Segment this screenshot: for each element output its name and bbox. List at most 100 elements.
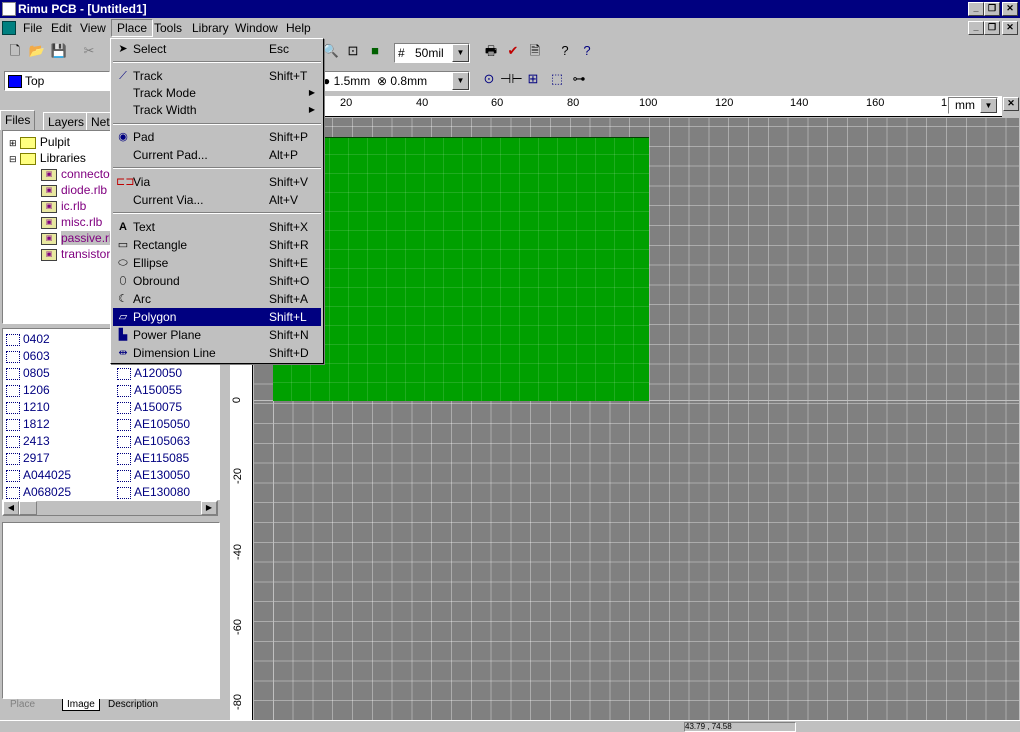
doc-icon xyxy=(2,21,16,35)
menu-item-text[interactable]: A Text Shift+X xyxy=(113,218,321,236)
menu-item-obround[interactable]: ⬯ Obround Shift+O xyxy=(113,272,321,290)
doc-restore-button[interactable]: ❐ xyxy=(984,21,1000,35)
zoom-fit-icon[interactable]: ⊡ xyxy=(342,40,364,62)
tab-description[interactable]: Description xyxy=(108,699,158,710)
scroll-left-icon[interactable]: ◀ xyxy=(3,501,19,515)
select-area-icon[interactable]: ⬚ xyxy=(546,68,568,90)
menu-view[interactable]: View xyxy=(75,20,111,36)
tree-item-transistor[interactable]: ▣ transistor. xyxy=(41,246,113,262)
context-help-icon[interactable]: ? xyxy=(576,40,598,62)
menu-item-current-via[interactable]: Current Via... Alt+V xyxy=(113,191,321,209)
list-item[interactable]: 0603 xyxy=(6,348,50,365)
part-icon xyxy=(6,367,20,380)
menu-item-rectangle[interactable]: ▭ Rectangle Shift+R xyxy=(113,236,321,254)
list-item[interactable]: A044025 xyxy=(6,467,71,484)
chevron-down-icon[interactable]: ▼ xyxy=(452,44,469,62)
tree-item-ic[interactable]: ▣ ic.rlb xyxy=(41,198,86,214)
menu-item-track[interactable]: ⟋ Track Shift+T xyxy=(113,67,321,85)
grid-icon: # xyxy=(398,46,405,60)
menu-tools[interactable]: Tools xyxy=(149,20,187,36)
list-item[interactable]: 2917 xyxy=(6,450,50,467)
list-item[interactable]: AE115085 xyxy=(117,450,189,467)
chevron-down-icon[interactable]: ▼ xyxy=(452,72,469,90)
menu-edit[interactable]: Edit xyxy=(46,20,77,36)
save-icon[interactable]: 💾 xyxy=(48,40,70,62)
component-icon[interactable]: ⊣⊢ xyxy=(500,68,523,90)
via-size-select[interactable]: ● 1.5mm ⊗ 0.8mm ▼ xyxy=(318,71,470,91)
doc-close-button[interactable]: ✕ xyxy=(1002,21,1018,35)
menu-item-via[interactable]: ⊏⊐ Via Shift+V xyxy=(113,173,321,191)
list-item[interactable]: 2413 xyxy=(6,433,50,450)
pcb-board[interactable] xyxy=(273,137,649,401)
list-item[interactable]: AE105050 xyxy=(117,416,190,433)
menu-file[interactable]: File xyxy=(18,20,47,36)
tab-image[interactable]: Image xyxy=(62,699,100,711)
cut-icon[interactable]: ✂ xyxy=(78,40,100,62)
help-icon[interactable]: ? xyxy=(554,40,576,62)
menu-item-track-width[interactable]: Track Width ▶ xyxy=(113,101,321,119)
menu-item-track-mode[interactable]: Track Mode ▶ xyxy=(113,84,321,102)
list-item[interactable]: AE130050 xyxy=(117,467,190,484)
board-view-icon[interactable]: ■ xyxy=(364,40,386,62)
menu-item-current-pad[interactable]: Current Pad... Alt+P xyxy=(113,146,321,164)
ruler-label: 40 xyxy=(416,97,429,109)
menu-item-dimension-line[interactable]: ⇹ Dimension Line Shift+D xyxy=(113,344,321,362)
ic-icon[interactable]: ⊞ xyxy=(522,68,544,90)
open-folder-icon[interactable]: 📂 xyxy=(26,40,48,62)
tree-item-connecto[interactable]: ▣ connecto xyxy=(41,166,110,182)
layer-select[interactable]: Top xyxy=(4,71,110,91)
print-icon[interactable]: 🖶 xyxy=(480,40,502,62)
library-icon: ▣ xyxy=(41,232,57,245)
tab-files[interactable]: Files xyxy=(0,110,36,130)
list-item[interactable]: A068025 xyxy=(6,484,71,501)
tree-item-passive[interactable]: ▣ passive.rl xyxy=(41,230,112,246)
list-item[interactable]: A120050 xyxy=(117,365,182,382)
tree-item-misc[interactable]: ▣ misc.rlb xyxy=(41,214,102,230)
list-item[interactable]: A150055 xyxy=(117,382,182,399)
scroll-thumb[interactable] xyxy=(19,501,37,515)
menu-item-power-plane[interactable]: ▙ Power Plane Shift+N xyxy=(113,326,321,344)
menu-library[interactable]: Library xyxy=(187,20,234,36)
menu-item-arc[interactable]: ☾ Arc Shift+A xyxy=(113,290,321,308)
maximize-button[interactable]: ❐ xyxy=(984,2,1000,16)
close-icon[interactable]: ✕ xyxy=(1003,97,1019,111)
net-icon[interactable]: ⊶ xyxy=(568,68,590,90)
list-item[interactable]: AE130080 xyxy=(117,484,190,501)
scroll-right-icon[interactable]: ▶ xyxy=(201,501,217,515)
list-item[interactable]: 1210 xyxy=(6,399,50,416)
menu-item-select[interactable]: ➤ Select Esc xyxy=(113,40,321,58)
doc-minimize-button[interactable]: _ xyxy=(968,21,984,35)
chevron-down-icon[interactable]: ▼ xyxy=(980,98,997,113)
list-item[interactable]: 1206 xyxy=(6,382,50,399)
new-file-icon[interactable]: 🗋 xyxy=(4,40,26,62)
tab-layers[interactable]: Layers xyxy=(43,112,90,132)
ruler-label: 140 xyxy=(790,97,809,109)
library-icon: ▣ xyxy=(41,184,57,197)
close-button[interactable]: ✕ xyxy=(1002,2,1018,16)
print-setup-icon[interactable]: ✔ xyxy=(502,40,524,62)
list-item[interactable]: 0402 xyxy=(6,331,50,348)
menu-help[interactable]: Help xyxy=(281,20,316,36)
list-item[interactable]: 1812 xyxy=(6,416,50,433)
print-preview-icon[interactable]: 🗎 xyxy=(524,40,546,62)
tree-item-libraries[interactable]: ⊟ Libraries xyxy=(9,150,86,166)
tab-place[interactable]: Place xyxy=(10,699,35,710)
menu-item-ellipse[interactable]: ⬭ Ellipse Shift+E xyxy=(113,254,321,272)
minimize-button[interactable]: _ xyxy=(968,2,984,16)
units-select[interactable]: mm ▼ xyxy=(948,97,998,114)
pad-tool-icon[interactable]: ⊙ xyxy=(478,68,500,90)
horizontal-scrollbar[interactable]: ◀ ▶ xyxy=(2,500,218,516)
grid-select[interactable]: # 50mil ▼ xyxy=(394,43,470,63)
list-item[interactable]: 0805 xyxy=(6,365,50,382)
menu-window[interactable]: Window xyxy=(230,20,283,36)
menu-place[interactable]: Place xyxy=(111,19,154,37)
list-item[interactable]: AE105063 xyxy=(117,433,190,450)
list-item[interactable]: A150075 xyxy=(117,399,182,416)
track-icon: ⟋ xyxy=(119,70,127,82)
ruler-label: 1 xyxy=(941,97,948,109)
tree-item-pulpit[interactable]: ⊞ Pulpit xyxy=(9,134,70,150)
menu-item-polygon[interactable]: ▱ Polygon Shift+L xyxy=(113,308,321,326)
status-bar: 43.79 , 74.58 xyxy=(0,720,1020,732)
tree-item-diode[interactable]: ▣ diode.rlb xyxy=(41,182,107,198)
menu-item-pad[interactable]: ◉ Pad Shift+P xyxy=(113,128,321,146)
